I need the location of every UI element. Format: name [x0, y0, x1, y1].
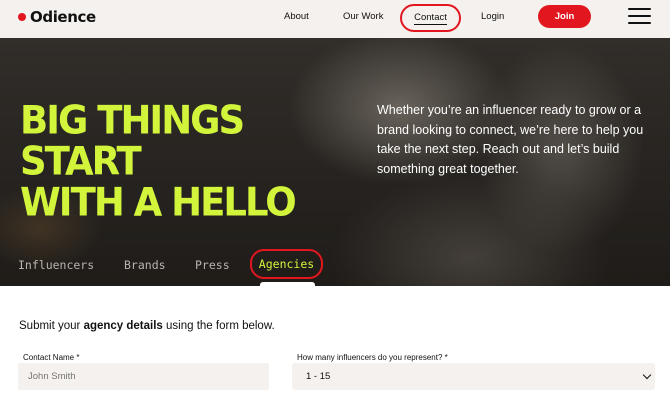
hero-description: Whether you’re an influencer ready to gr… — [377, 103, 644, 176]
active-tab-indicator — [260, 282, 315, 286]
nav-contact-label: Contact — [414, 11, 447, 25]
site-header: Odience About Our Work Contact Login Joi… — [0, 0, 670, 38]
influencer-count-label: How many influencers do you represent? * — [297, 353, 448, 362]
hero-title: BIG THINGS START WITH A HELLO — [20, 100, 350, 223]
brand-logo[interactable]: Odience — [18, 8, 96, 26]
influencer-count-select[interactable]: 1 - 15 — [292, 363, 655, 390]
contact-name-label: Contact Name * — [23, 353, 80, 362]
nav-contact-link[interactable]: Contact — [400, 4, 461, 32]
tab-press[interactable]: Press — [195, 258, 230, 272]
influencer-count-value: 1 - 15 — [306, 371, 331, 382]
nav-our-work-link[interactable]: Our Work — [343, 11, 383, 22]
form-intro-suffix: using the form below. — [162, 320, 275, 332]
hero-title-line-2: WITH A HELLO — [20, 179, 297, 225]
tab-brands[interactable]: Brands — [124, 258, 166, 272]
join-button[interactable]: Join — [538, 5, 591, 28]
contact-name-input[interactable] — [18, 363, 269, 390]
form-intro-bold: agency details — [83, 320, 163, 332]
hero-section: BIG THINGS START WITH A HELLO Whether yo… — [0, 38, 670, 286]
nav-about-link[interactable]: About — [284, 11, 309, 22]
audience-tabs: Influencers Brands Press Agencies — [0, 249, 670, 286]
nav-login-link[interactable]: Login — [481, 11, 504, 22]
chevron-down-icon — [642, 370, 652, 380]
logo-dot-icon — [18, 13, 26, 21]
tab-influencers[interactable]: Influencers — [18, 258, 94, 272]
hero-title-line-1: BIG THINGS START — [20, 97, 245, 184]
hamburger-menu-icon[interactable] — [628, 8, 651, 24]
brand-name: Odience — [30, 8, 96, 26]
tab-agencies[interactable]: Agencies — [250, 249, 323, 279]
form-intro: Submit your agency details using the for… — [19, 320, 275, 332]
form-intro-prefix: Submit your — [19, 320, 84, 332]
